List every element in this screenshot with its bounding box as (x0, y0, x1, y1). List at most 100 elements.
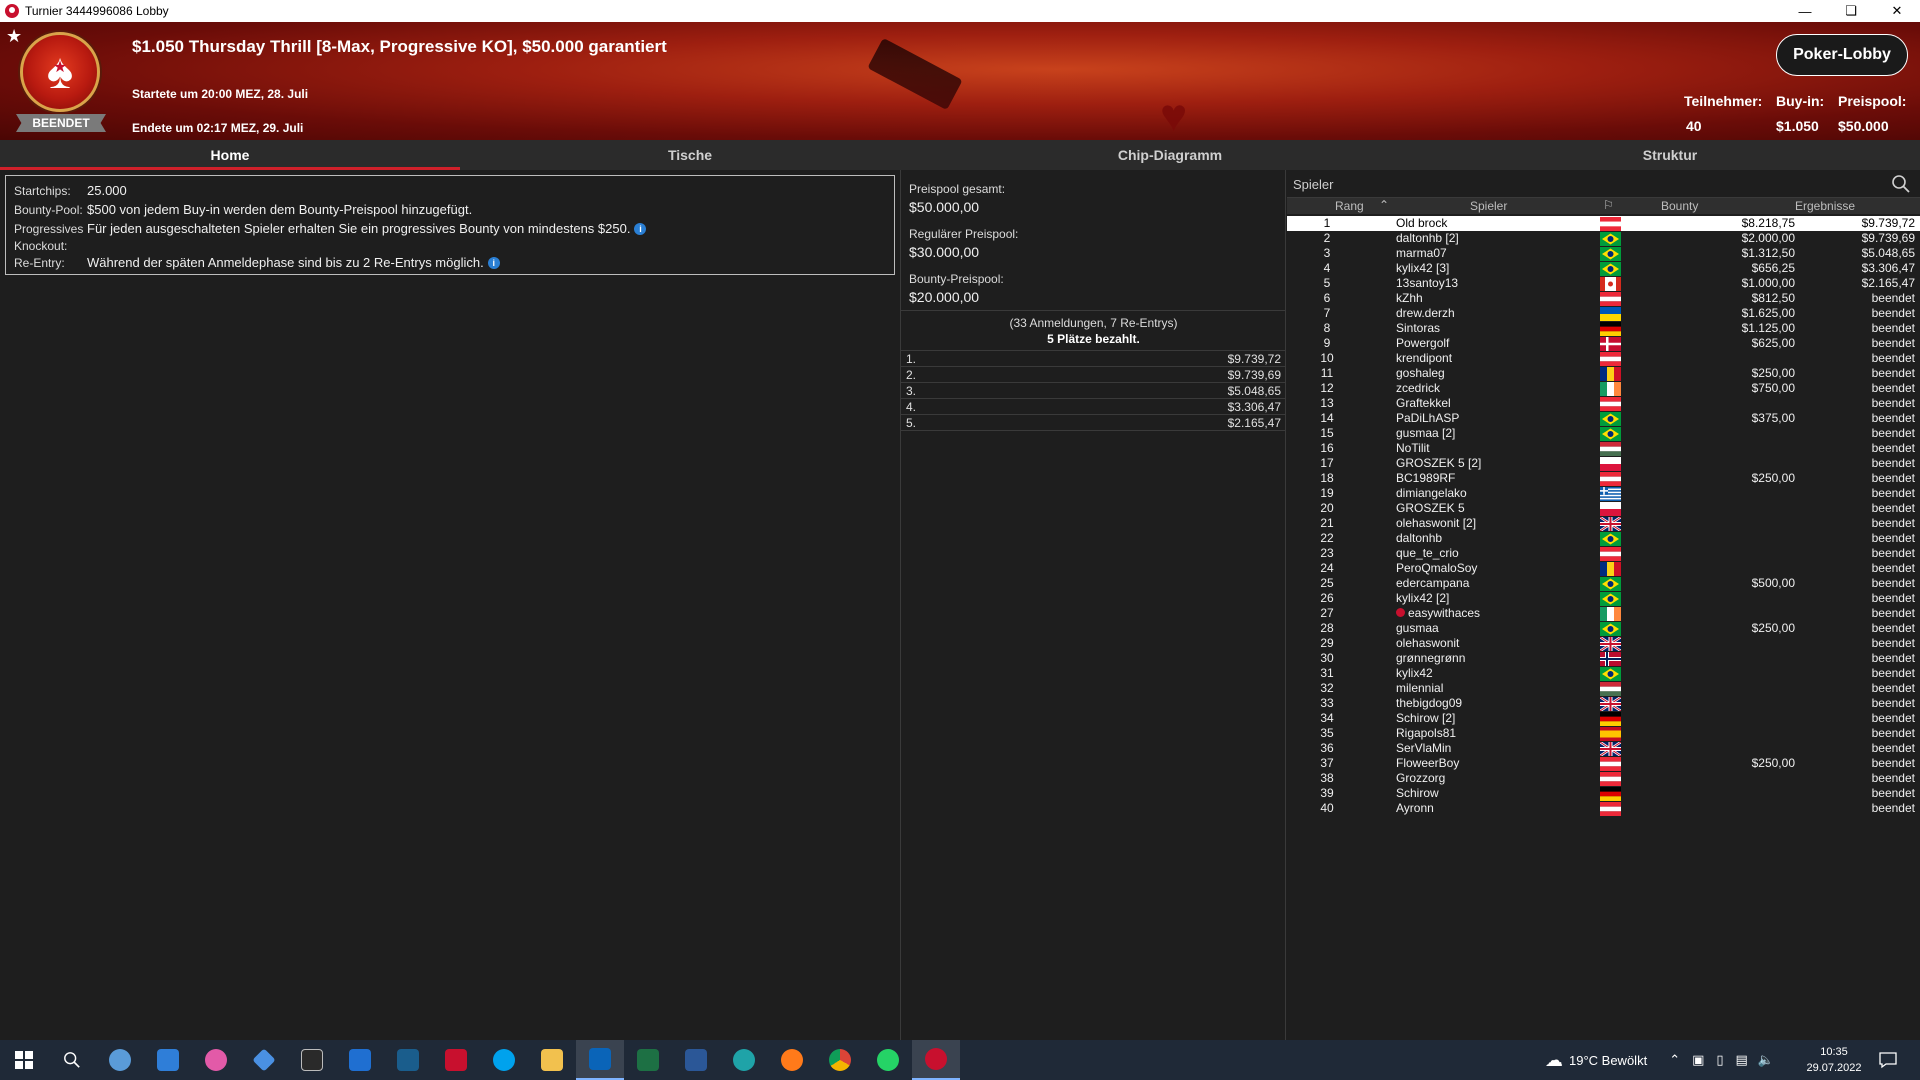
gg-icon[interactable] (288, 1040, 336, 1080)
clock[interactable]: 10:35 29.07.2022 (1806, 1044, 1862, 1076)
itunes-icon[interactable] (192, 1040, 240, 1080)
info-icon[interactable]: i (634, 223, 647, 235)
rank-cell: 19 (1320, 486, 1334, 500)
table-row[interactable]: 7 drew.derzh $1.625,00 beendet (1287, 306, 1920, 321)
table-row[interactable]: 16 NoTilit beendet (1287, 441, 1920, 456)
table-row[interactable]: 6 kZhh $812,50 beendet (1287, 291, 1920, 306)
player-name: gusmaa (1396, 621, 1439, 635)
app-icon[interactable] (240, 1040, 288, 1080)
table-row[interactable]: 8 Sintoras $1.125,00 beendet (1287, 321, 1920, 336)
search-taskbar-button[interactable] (48, 1040, 96, 1080)
sky-icon[interactable] (336, 1040, 384, 1080)
prime-video-icon[interactable] (384, 1040, 432, 1080)
table-row[interactable]: 29 olehaswonit beendet (1287, 635, 1920, 653)
rank-column-header[interactable]: Rang (1335, 199, 1364, 213)
volume-icon[interactable]: 🔈 (1758, 1052, 1774, 1068)
cloud-icon[interactable]: ☁ (1545, 1050, 1563, 1071)
table-row[interactable]: 20 GROSZEK 5 beendet (1287, 501, 1920, 516)
tab-tables[interactable]: Tische (460, 140, 920, 170)
table-row[interactable]: 33 thebigdog09 beendet (1287, 695, 1920, 713)
poker-lobby-button[interactable]: Poker-Lobby (1776, 34, 1908, 76)
table-row[interactable]: 22 daltonhb beendet (1287, 531, 1920, 546)
whatsapp-icon[interactable] (864, 1040, 912, 1080)
cortana-icon[interactable] (96, 1040, 144, 1080)
results-column-header[interactable]: Ergebnisse (1795, 199, 1855, 213)
table-row[interactable]: 3 marma07 $1.312,50 $5.048,65 (1287, 246, 1920, 261)
table-row[interactable]: 17 GROSZEK 5 [2] beendet (1287, 456, 1920, 471)
tournament-title: $1.050 Thursday Thrill [8-Max, Progressi… (132, 37, 667, 56)
sort-ascending-icon[interactable]: ⌃ (1379, 198, 1389, 212)
rank-cell: 40 (1320, 801, 1334, 815)
table-row[interactable]: 13 Graftekkel beendet (1287, 396, 1920, 411)
table-row[interactable]: 1 Old brock $8.218,75 $9.739,72 (1287, 216, 1920, 231)
table-row[interactable]: 35 Rigapols81 beendet (1287, 726, 1920, 741)
file-explorer-icon[interactable] (528, 1040, 576, 1080)
flag-column-icon[interactable]: ⚐ (1603, 198, 1614, 212)
table-row[interactable]: 25 edercampana $500,00 beendet (1287, 576, 1920, 591)
onedrive-icon[interactable] (144, 1040, 192, 1080)
table-row[interactable]: 38 Grozzorg beendet (1287, 771, 1920, 786)
table-row[interactable]: 15 gusmaa [2] beendet (1287, 426, 1920, 441)
table-row[interactable]: 39 Schirow beendet (1287, 786, 1920, 801)
table-row[interactable]: 2 daltonhb [2] $2.000,00 $9.739,69 (1287, 231, 1920, 246)
search-icon[interactable] (1891, 174, 1911, 194)
tab-structure[interactable]: Struktur (1420, 140, 1920, 170)
table-row[interactable]: 27 easywithaces beendet (1287, 606, 1920, 621)
table-row[interactable]: 37 FloweerBoy $250,00 beendet (1287, 756, 1920, 771)
tray-app-icon[interactable]: ▣ (1692, 1052, 1704, 1068)
country-flag-icon (1600, 547, 1621, 561)
player-name: Sintoras (1396, 321, 1441, 335)
weather-text[interactable]: 19°C Bewölkt (1569, 1053, 1647, 1068)
close-button[interactable]: ✕ (1874, 0, 1920, 22)
table-row[interactable]: 9 Powergolf $625,00 beendet (1287, 336, 1920, 351)
word-icon[interactable] (672, 1040, 720, 1080)
network-icon[interactable]: ▤ (1736, 1052, 1748, 1068)
table-row[interactable]: 11 goshaleg $250,00 beendet (1287, 366, 1920, 381)
player-name-cell: kylix42 [3] (1396, 261, 1596, 276)
table-row[interactable]: 24 PeroQmaloSoy beendet (1287, 561, 1920, 576)
firefox-icon[interactable] (768, 1040, 816, 1080)
pokerstars-taskbar-icon[interactable] (912, 1040, 960, 1080)
tab-home[interactable]: Home (0, 140, 460, 170)
table-row[interactable]: 21 olehaswonit [2] beendet (1287, 515, 1920, 533)
table-row[interactable]: 28 gusmaa $250,00 beendet (1287, 621, 1920, 636)
bounty-cell: $2.000,00 (1741, 231, 1795, 245)
table-row[interactable]: 12 zcedrick $750,00 beendet (1287, 381, 1920, 396)
table-row[interactable]: 34 Schirow [2] beendet (1287, 711, 1920, 726)
chevron-up-icon[interactable]: ⌃ (1669, 1052, 1680, 1068)
table-row[interactable]: 23 que_te_crio beendet (1287, 546, 1920, 561)
table-row[interactable]: 32 milennial beendet (1287, 681, 1920, 696)
player-column-header[interactable]: Spieler (1470, 199, 1507, 213)
player-search-input[interactable] (1293, 174, 1873, 194)
tab-chip-chart[interactable]: Chip-Diagramm (920, 140, 1420, 170)
favorite-star-icon[interactable]: ★ (6, 26, 22, 47)
excel-icon[interactable] (624, 1040, 672, 1080)
info-icon[interactable]: i (487, 257, 500, 269)
restore-button[interactable]: ❏ (1828, 0, 1874, 22)
outlook-icon[interactable] (576, 1040, 624, 1080)
table-row[interactable]: 26 kylix42 [2] beendet (1287, 591, 1920, 606)
chrome-icon[interactable] (816, 1040, 864, 1080)
start-button[interactable] (0, 1040, 48, 1080)
bounty-column-header[interactable]: Bounty (1661, 199, 1698, 213)
table-row[interactable]: 31 kylix42 beendet (1287, 666, 1920, 681)
table-row[interactable]: 19 dimiangelako beendet (1287, 486, 1920, 501)
table-row[interactable]: 5 13santoy13 $1.000,00 $2.165,47 (1287, 276, 1920, 291)
minimize-button[interactable]: — (1782, 0, 1828, 22)
table-row[interactable]: 40 Ayronn beendet (1287, 801, 1920, 816)
mcafee-icon[interactable] (432, 1040, 480, 1080)
table-row[interactable]: 4 kylix42 [3] $656,25 $3.306,47 (1287, 261, 1920, 276)
rank-cell: 27 (1320, 606, 1334, 620)
country-flag-icon (1600, 487, 1621, 501)
table-row[interactable]: 14 PaDiLhASP $375,00 beendet (1287, 411, 1920, 426)
table-row[interactable]: 36 SerVlaMin beendet (1287, 740, 1920, 758)
player-name-cell: kylix42 (1396, 666, 1596, 681)
edge-icon[interactable] (720, 1040, 768, 1080)
skype-icon[interactable] (480, 1040, 528, 1080)
battery-icon[interactable]: ▯ (1716, 1052, 1723, 1068)
notification-icon[interactable] (1878, 1050, 1898, 1070)
table-row[interactable]: 30 grønnegrønn beendet (1287, 651, 1920, 666)
table-row[interactable]: 10 krendipont beendet (1287, 351, 1920, 366)
table-row[interactable]: 18 BC1989RF $250,00 beendet (1287, 471, 1920, 486)
player-name-cell: Grozzorg (1396, 771, 1596, 786)
